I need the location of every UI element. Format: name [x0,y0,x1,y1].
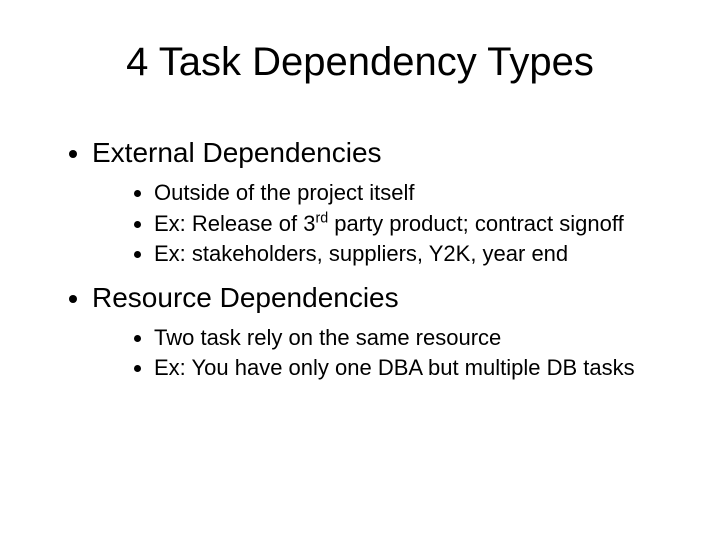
sub-list-external: Outside of the project itself Ex: Releas… [92,179,670,268]
list-item: Ex: Release of 3rd party product; contra… [154,210,670,238]
list-item: Ex: You have only one DBA but multiple D… [154,354,670,382]
list-item: Outside of the project itself [154,179,670,207]
slide-title: 4 Task Dependency Types [50,40,670,85]
section-heading: Resource Dependencies [92,282,399,313]
top-list: External Dependencies Outside of the pro… [50,137,670,382]
section-resource: Resource Dependencies Two task rely on t… [92,282,670,382]
list-item: Ex: stakeholders, suppliers, Y2K, year e… [154,240,670,268]
section-external: External Dependencies Outside of the pro… [92,137,670,268]
list-item: Two task rely on the same resource [154,324,670,352]
sub-list-resource: Two task rely on the same resource Ex: Y… [92,324,670,382]
section-heading: External Dependencies [92,137,382,168]
